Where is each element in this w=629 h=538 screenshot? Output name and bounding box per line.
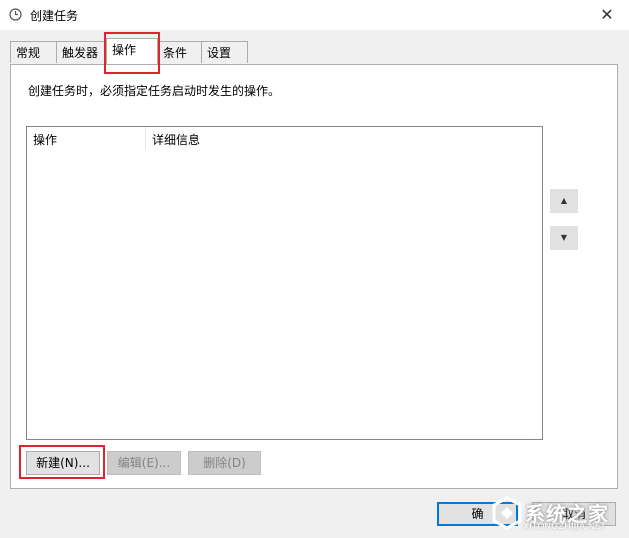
- watermark-url: XITONGZHIJIA.NET: [523, 522, 606, 532]
- close-button[interactable]: ✕: [585, 0, 629, 30]
- watermark: 系统之家 XITONGZHIJIA.NET: [453, 494, 623, 534]
- move-down-button[interactable]: ▼: [550, 226, 578, 250]
- edit-button[interactable]: 编辑(E)...: [107, 451, 181, 475]
- tab-triggers[interactable]: 触发器: [56, 41, 107, 63]
- actions-description: 创建任务时，必须指定任务启动时发生的操作。: [28, 84, 281, 98]
- watermark-logo-icon: [492, 496, 522, 530]
- actions-list[interactable]: 操作 详细信息: [26, 126, 543, 440]
- window-title: 创建任务: [30, 9, 79, 23]
- title-bar: 创建任务 ✕: [0, 0, 629, 30]
- close-icon: ✕: [600, 5, 614, 24]
- clock-icon: [9, 8, 22, 21]
- delete-button[interactable]: 删除(D): [188, 451, 261, 475]
- tab-settings[interactable]: 设置: [201, 41, 248, 63]
- move-up-button[interactable]: ▲: [550, 189, 578, 213]
- tab-general[interactable]: 常规: [10, 41, 57, 63]
- new-button[interactable]: 新建(N)...: [26, 451, 100, 475]
- column-divider[interactable]: [145, 127, 146, 149]
- arrow-down-icon: ▼: [560, 233, 568, 242]
- column-header-details[interactable]: 详细信息: [152, 131, 200, 148]
- tab-actions[interactable]: 操作: [106, 38, 158, 64]
- column-header-action[interactable]: 操作: [33, 131, 57, 148]
- arrow-up-icon: ▲: [560, 196, 568, 205]
- tab-conditions[interactable]: 条件: [157, 41, 202, 63]
- list-header: 操作 详细信息: [27, 127, 542, 149]
